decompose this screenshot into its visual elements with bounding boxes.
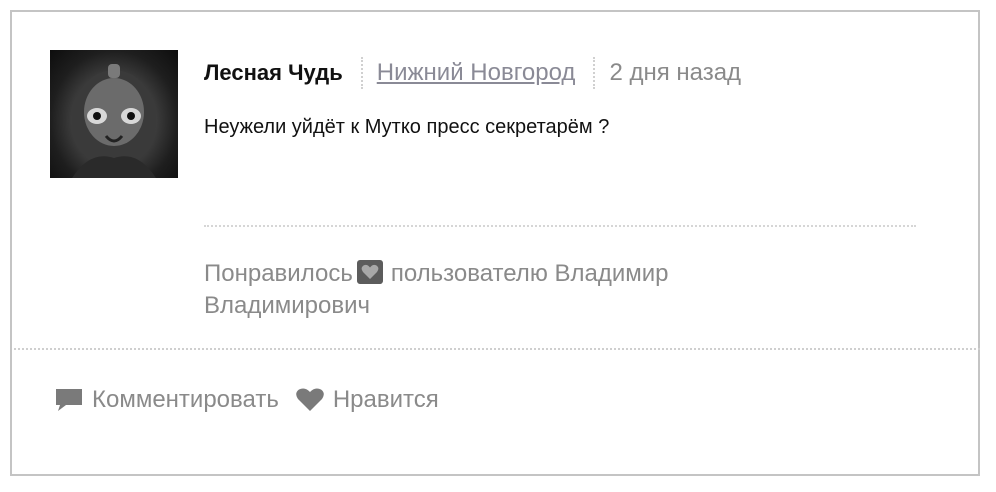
- separator: [360, 57, 363, 89]
- heart-icon: [296, 388, 324, 411]
- comment-button[interactable]: Комментировать: [54, 386, 279, 414]
- heart-badge-icon: [356, 260, 383, 284]
- comment-icon: [56, 389, 82, 411]
- city-link[interactable]: Нижний Новгород: [377, 59, 576, 87]
- post-actions: Комментировать Нравится: [54, 386, 439, 414]
- post-time: 2 дня назад: [609, 59, 742, 86]
- separator: [593, 57, 596, 89]
- like-button[interactable]: Нравится: [295, 386, 439, 414]
- liked-by-text: Понравилось пользователю Владимир Владими…: [204, 258, 824, 322]
- comment-label: Комментировать: [92, 386, 279, 413]
- divider: [204, 225, 916, 227]
- avatar[interactable]: [50, 50, 178, 178]
- liked-prefix: Понравилось: [204, 260, 353, 287]
- post-header: Лесная Чудь Нижний Новгород 2 дня назад: [204, 56, 741, 90]
- author-name[interactable]: Лесная Чудь: [204, 60, 343, 86]
- post-message: Неужели уйдёт к Мутко пресс секретарём ?: [204, 116, 610, 138]
- like-label: Нравится: [332, 386, 439, 413]
- post-card: Лесная Чудь Нижний Новгород 2 дня назад …: [10, 10, 980, 476]
- divider: [14, 348, 980, 350]
